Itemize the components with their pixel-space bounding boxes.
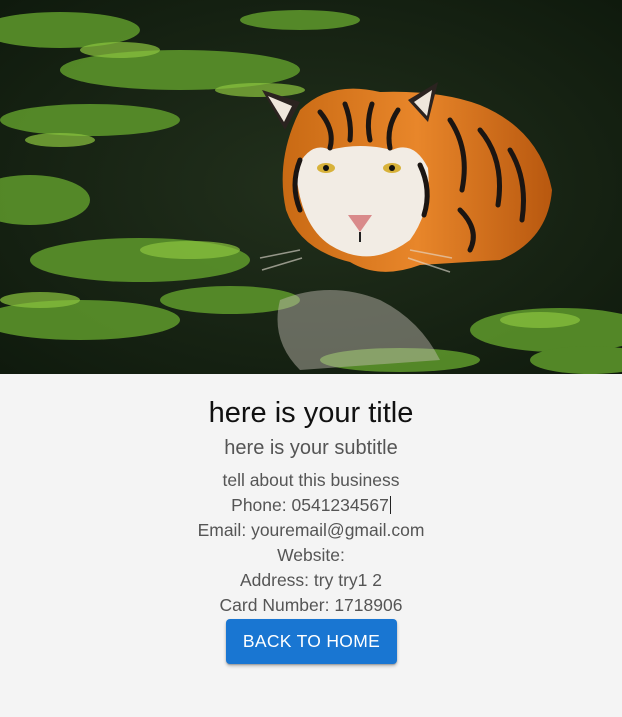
card-number-row: Card Number: 1718906 [0,593,622,618]
card-info-list: tell about this business Phone: 05412345… [0,468,622,618]
back-to-home-button[interactable]: BACK TO HOME [226,619,397,664]
email-value: youremail@gmail.com [251,520,425,540]
address-label: Address: [239,570,310,590]
card-number-label: Card Number: [219,595,330,615]
phone-label: Phone: [231,495,287,515]
card-number-value: 1718906 [334,595,403,615]
email-row: Email: youremail@gmail.com [0,518,622,543]
address-row: Address: try try1 2 [0,568,622,593]
card-details: here is your title here is your subtitle… [0,374,622,717]
address-value: try try1 2 [313,570,382,590]
card-title: here is your title [208,397,414,429]
tiger-image [0,0,622,374]
card-subtitle: here is your subtitle [224,437,398,459]
phone-row: Phone: 0541234567 [0,493,622,518]
text-cursor [389,496,391,514]
business-card-page: here is your title here is your subtitle… [0,0,622,717]
website-row: Website: [0,543,622,568]
phone-value: 0541234567 [291,495,389,515]
website-label: Website: [277,545,345,565]
hero-image [0,0,622,374]
business-description: tell about this business [222,470,400,490]
email-label: Email: [197,520,247,540]
